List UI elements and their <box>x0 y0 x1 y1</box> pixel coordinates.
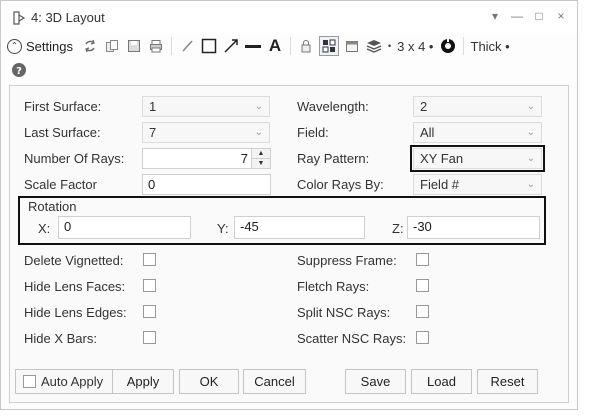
settings-panel: First Surface: 1 ⌄ Last Surface: 7 ⌄ Numbe… <box>9 85 569 403</box>
field-select[interactable]: All ⌄ <box>413 122 542 143</box>
field-label: Field: <box>297 125 329 140</box>
apply-button[interactable]: Apply <box>112 369 174 394</box>
rotation-x-label: X: <box>38 221 51 236</box>
text-icon[interactable]: A <box>266 36 284 55</box>
wiki-icon[interactable] <box>439 37 457 55</box>
wavelength-select[interactable]: 2 ⌄ <box>413 96 542 117</box>
window-app-icon <box>13 11 26 25</box>
arrow-icon[interactable] <box>222 37 240 55</box>
split-nsc-rays-checkbox[interactable] <box>416 305 429 318</box>
first-surface-select[interactable]: 1 ⌄ <box>142 96 270 117</box>
last-surface-label: Last Surface: <box>24 125 101 140</box>
ray-pattern-select[interactable]: XY Fan ⌄ <box>413 148 542 169</box>
color-rays-by-select[interactable]: Field # ⌄ <box>413 174 542 195</box>
suppress-frame-checkbox[interactable] <box>416 253 429 266</box>
hide-x-bars-checkbox[interactable] <box>143 331 156 344</box>
rotation-y-input[interactable]: -45 <box>234 216 365 239</box>
close-icon[interactable]: × <box>555 9 567 23</box>
rotation-z-input[interactable]: -30 <box>407 216 540 239</box>
help-icon[interactable]: ? <box>11 62 27 78</box>
auto-apply-checkbox[interactable] <box>23 375 36 388</box>
window-icon[interactable] <box>343 37 361 55</box>
save-icon[interactable] <box>125 37 143 55</box>
refresh-icon[interactable] <box>81 37 99 55</box>
chevron-down-icon: ⌄ <box>526 179 535 190</box>
minimize-icon[interactable]: — <box>511 9 523 23</box>
rotation-x-input[interactable]: 0 <box>58 216 191 239</box>
number-of-rays-label: Number Of Rays: <box>24 151 125 166</box>
layers-icon[interactable] <box>365 37 383 55</box>
number-of-rays-spinner[interactable]: ▲ ▼ <box>251 149 270 168</box>
thickness-selector[interactable]: Thick • <box>471 39 510 54</box>
spin-down-icon[interactable]: ▼ <box>252 159 270 168</box>
layout-selector[interactable]: 3 x 4 • <box>397 39 433 54</box>
number-of-rays-input[interactable]: 7 ▲ ▼ <box>142 148 271 169</box>
scatter-nsc-rays-label: Scatter NSC Rays: <box>297 331 407 346</box>
split-nsc-rays-label: Split NSC Rays: <box>297 305 391 320</box>
toolbar: ⌃ Settings A • 3 x 4 • Thick • <box>7 34 573 58</box>
reset-button[interactable]: Reset <box>477 369 538 394</box>
hide-lens-edges-checkbox[interactable] <box>143 305 156 318</box>
wavelength-label: Wavelength: <box>297 99 369 114</box>
window-menu-icon[interactable]: ▾ <box>489 9 501 23</box>
save-button[interactable]: Save <box>345 369 406 394</box>
window-title: 4: 3D Layout <box>31 10 105 25</box>
rotation-y-label: Y: <box>217 221 229 236</box>
chevron-down-icon: ⌄ <box>254 127 263 138</box>
load-button[interactable]: Load <box>411 369 472 394</box>
first-surface-label: First Surface: <box>24 99 102 114</box>
chevron-down-icon: ⌄ <box>254 101 263 112</box>
rotation-label: Rotation <box>28 199 77 214</box>
line-icon[interactable] <box>244 37 262 55</box>
hide-lens-faces-checkbox[interactable] <box>143 279 156 292</box>
chevron-down-icon: ⌄ <box>526 153 535 164</box>
maximize-icon[interactable]: □ <box>533 9 545 23</box>
delete-vignetted-checkbox[interactable] <box>143 253 156 266</box>
settings-label: Settings <box>26 38 73 54</box>
hide-x-bars-label: Hide X Bars: <box>24 331 97 346</box>
ray-pattern-label: Ray Pattern: <box>297 151 370 166</box>
pencil-icon[interactable] <box>178 37 196 55</box>
chevron-up-icon: ⌃ <box>7 38 22 54</box>
chevron-down-icon: ⌄ <box>526 127 535 138</box>
rectangle-icon[interactable] <box>200 37 218 55</box>
color-rays-by-label: Color Rays By: <box>297 177 384 192</box>
scatter-nsc-rays-checkbox[interactable] <box>416 331 429 344</box>
hide-lens-faces-label: Hide Lens Faces: <box>24 279 126 294</box>
suppress-frame-label: Suppress Frame: <box>297 253 397 268</box>
title-bar: 4: 3D Layout ▾ — □ × <box>1 1 577 33</box>
print-icon[interactable] <box>147 37 165 55</box>
fletch-rays-checkbox[interactable] <box>416 279 429 292</box>
spin-up-icon[interactable]: ▲ <box>252 149 270 159</box>
auto-apply-toggle[interactable]: Auto Apply <box>15 369 113 394</box>
fletch-rays-label: Fletch Rays: <box>297 279 370 294</box>
hide-lens-edges-label: Hide Lens Edges: <box>24 305 127 320</box>
ok-button[interactable]: OK <box>179 369 239 394</box>
grid-icon[interactable] <box>318 36 339 56</box>
cancel-button[interactable]: Cancel <box>243 369 306 394</box>
dropdown-icon[interactable]: • <box>388 41 391 51</box>
lock-icon[interactable] <box>297 37 315 55</box>
auto-apply-label: Auto Apply <box>41 374 104 389</box>
copy-icon[interactable] <box>103 37 121 55</box>
scale-factor-input[interactable]: 0 <box>142 174 271 195</box>
last-surface-select[interactable]: 7 ⌄ <box>142 122 270 143</box>
rotation-z-label: Z: <box>392 221 404 236</box>
delete-vignetted-label: Delete Vignetted: <box>24 253 124 268</box>
3d-layout-window: 4: 3D Layout ▾ — □ × ⌃ Settings A • 3 x … <box>0 0 578 410</box>
svg-text:?: ? <box>16 66 22 77</box>
scale-factor-label: Scale Factor <box>24 177 97 192</box>
chevron-down-icon: ⌄ <box>526 101 535 112</box>
settings-toggle[interactable]: ⌃ Settings <box>7 38 73 54</box>
